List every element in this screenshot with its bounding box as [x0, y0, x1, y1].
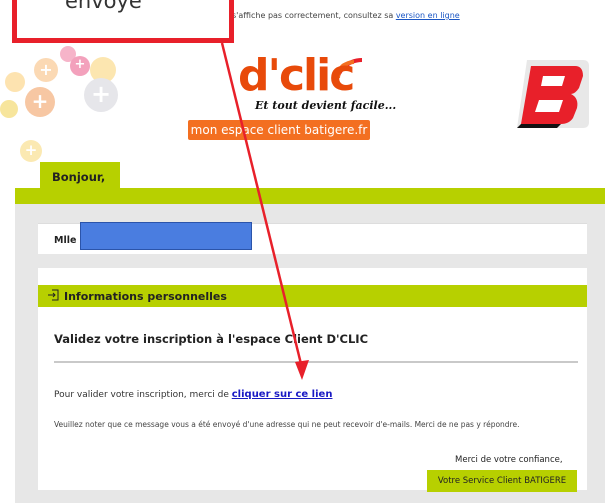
thanks-text: Merci de votre confiance, — [455, 455, 563, 465]
recipient-title: Mlle — [54, 235, 77, 246]
divider — [54, 361, 578, 363]
redacted-name — [80, 222, 252, 250]
validation-message: Pour valider votre inscription, merci de… — [54, 389, 332, 400]
enter-icon — [48, 289, 59, 301]
section-title: Informations personnelles — [64, 290, 227, 303]
signature-badge: Votre Service Client BATIGERE — [427, 470, 577, 492]
online-version-link[interactable]: version en ligne — [396, 11, 460, 20]
annotation-label: envoyé — [65, 0, 142, 13]
preheader-text: s'affiche pas correctement, consultez sa… — [232, 11, 460, 20]
validation-text: Pour valider votre inscription, merci de — [54, 390, 232, 400]
email-heading: Validez votre inscription à l'espace Cli… — [54, 332, 369, 346]
preheader-message: s'affiche pas correctement, consultez sa — [232, 11, 396, 20]
validation-link[interactable]: cliquer sur ce lien — [232, 389, 333, 400]
logo-tagline: Et tout devient facile... — [255, 99, 397, 112]
greeting-tab: Bonjour, — [40, 162, 120, 192]
espace-client-banner[interactable]: mon espace client batigere.fr — [188, 120, 370, 140]
dclic-logo: d'clic — [238, 50, 355, 101]
batigere-logo-icon — [517, 60, 589, 128]
no-reply-notice: Veuillez noter que ce message vous a été… — [54, 420, 520, 429]
decorative-bubbles: + + + + + — [0, 42, 140, 172]
